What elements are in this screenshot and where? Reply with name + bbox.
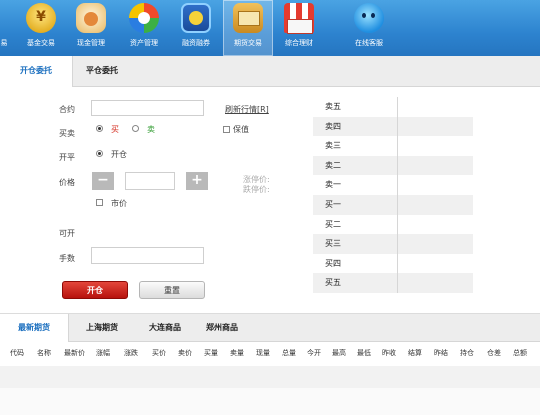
price-increase-button[interactable]: +	[186, 172, 208, 190]
market-tab-bar: 最新期货 上海期货 大连商品 郑州商品	[0, 313, 540, 342]
column-header[interactable]: 总额	[513, 348, 527, 358]
order-book-level-label: 卖五	[325, 102, 341, 111]
order-book-level-label: 卖二	[325, 160, 341, 170]
toolbar-item-futures-trading[interactable]: 期货交易	[223, 0, 273, 56]
toolbar-item-fund-trading[interactable]: 基金交易	[16, 0, 66, 56]
cash-bag-icon	[76, 3, 106, 33]
quantity-input[interactable]	[91, 247, 204, 264]
order-book-row: 买二	[313, 215, 473, 235]
order-book-row: 买五	[313, 273, 473, 293]
order-book: 卖五 卖四 卖三 卖二 卖一 买一 买二 买三 买四 买五	[313, 97, 473, 293]
market-price-label: 市价	[111, 199, 127, 208]
toolbar-item-asset-management[interactable]: 资产管理	[119, 0, 169, 56]
toolbar-item-label: 综合理财	[285, 39, 313, 47]
tab-close-order[interactable]: 平仓委托	[72, 56, 132, 86]
order-book-level-label: 买三	[325, 239, 341, 249]
submit-open-button[interactable]: 开仓	[62, 281, 128, 299]
contract-input[interactable]	[91, 100, 204, 116]
order-book-row: 卖三	[313, 136, 473, 156]
order-book-level-label: 卖一	[325, 180, 341, 190]
order-book-row: 卖四	[313, 116, 473, 137]
column-header[interactable]: 总量	[282, 348, 296, 358]
asset-pie-icon	[129, 3, 159, 33]
column-header[interactable]: 代码	[10, 348, 24, 358]
order-book-row: 卖一	[313, 175, 473, 195]
column-header[interactable]: 涨幅	[96, 348, 110, 358]
column-header[interactable]: 结算	[408, 348, 422, 358]
order-tab-bar: 开仓委托 平仓委托	[0, 56, 540, 87]
wealth-mall-icon	[284, 3, 314, 34]
toolbar-item-label: 现金管理	[77, 39, 105, 47]
buy-radio-label: 买	[111, 125, 119, 134]
column-header[interactable]: 持仓	[460, 348, 474, 358]
toolbar-item-online-service[interactable]: 在线客服	[344, 0, 394, 56]
tab-open-order[interactable]: 开仓委托	[0, 56, 73, 87]
order-book-level-label: 买一	[325, 199, 341, 209]
toolbar-item-wealth-management[interactable]: 综合理财	[274, 0, 324, 56]
column-header[interactable]: 现量	[256, 348, 270, 358]
order-book-level-label: 买二	[325, 219, 341, 229]
order-book-row: 卖二	[313, 155, 473, 176]
toolbar-item-label: 融资融券	[182, 39, 210, 47]
toolbar-item-margin-trading[interactable]: 融资融券	[171, 0, 221, 56]
margin-trading-icon	[181, 3, 211, 33]
price-label: 价格	[59, 178, 75, 187]
quote-grid-header: 代码 名称 最新价 涨幅 涨跌 买价 卖价 买量 卖量 现量 总量 今开 最高 …	[0, 342, 540, 366]
hedge-checkbox[interactable]	[223, 126, 230, 133]
toolbar-item-label: 期货交易	[234, 39, 262, 47]
column-header[interactable]: 卖量	[230, 348, 244, 358]
column-header[interactable]: 今开	[307, 348, 321, 358]
refresh-quotes-link[interactable]: 刷新行情[R]	[225, 104, 269, 115]
column-header[interactable]: 最新价	[64, 348, 85, 358]
column-header[interactable]: 买价	[152, 348, 166, 358]
buy-radio[interactable]	[96, 125, 103, 132]
price-decrease-button[interactable]: −	[92, 172, 114, 190]
limit-down-label: 跌停价:	[243, 185, 270, 194]
toolbar-item-label: 资产管理	[130, 39, 158, 47]
order-book-level-label: 买五	[325, 278, 341, 288]
order-book-level-label: 买四	[325, 258, 341, 268]
reset-button[interactable]: 重置	[139, 281, 205, 299]
column-header[interactable]: 最高	[332, 348, 346, 358]
sell-radio[interactable]	[132, 125, 139, 132]
tab-zhengzhou-commodities[interactable]: 郑州商品	[188, 314, 256, 341]
column-header[interactable]: 卖价	[178, 348, 192, 358]
column-header[interactable]: 买量	[204, 348, 218, 358]
open-position-radio[interactable]	[96, 150, 103, 157]
quantity-label: 手数	[59, 254, 75, 263]
fund-coin-icon	[26, 3, 56, 33]
toolbar-item-label: 在线客服	[355, 39, 383, 47]
quote-grid-row[interactable]	[0, 366, 540, 388]
order-book-level-label: 卖三	[325, 141, 341, 151]
hedge-label: 保值	[233, 125, 249, 134]
column-header[interactable]: 最低	[357, 348, 371, 358]
available-label: 可开	[59, 229, 75, 238]
column-header[interactable]: 昨结	[434, 348, 448, 358]
open-close-label: 开平	[59, 153, 75, 162]
order-book-row: 买一	[313, 194, 473, 215]
sell-radio-label: 卖	[147, 125, 155, 134]
toolbar-item-label: 基金交易	[27, 39, 55, 47]
order-book-level-label: 卖四	[325, 121, 341, 131]
column-header[interactable]: 名称	[37, 348, 51, 358]
market-price-checkbox[interactable]	[96, 199, 103, 206]
tab-latest-futures[interactable]: 最新期货	[0, 314, 69, 342]
top-toolbar: 易 基金交易 现金管理 资产管理 融资融券 期货交易 综合理财 在线客服	[0, 0, 540, 56]
order-book-row: 卖五	[313, 97, 473, 117]
order-book-row: 买四	[313, 254, 473, 274]
futures-icon	[233, 3, 263, 33]
toolbar-item-cash-management[interactable]: 现金管理	[66, 0, 116, 56]
column-header[interactable]: 仓差	[487, 348, 501, 358]
price-input[interactable]	[125, 172, 175, 190]
order-book-divider	[397, 97, 398, 293]
toolbar-item-label: 易	[0, 39, 8, 47]
order-book-row: 买三	[313, 234, 473, 254]
online-service-icon	[354, 3, 384, 33]
open-position-label: 开仓	[111, 150, 127, 159]
contract-label: 合约	[59, 105, 75, 114]
tab-shanghai-futures[interactable]: 上海期货	[68, 314, 136, 341]
column-header[interactable]: 昨收	[382, 348, 396, 358]
direction-label: 买卖	[59, 129, 75, 138]
column-header[interactable]: 涨跌	[124, 348, 138, 358]
